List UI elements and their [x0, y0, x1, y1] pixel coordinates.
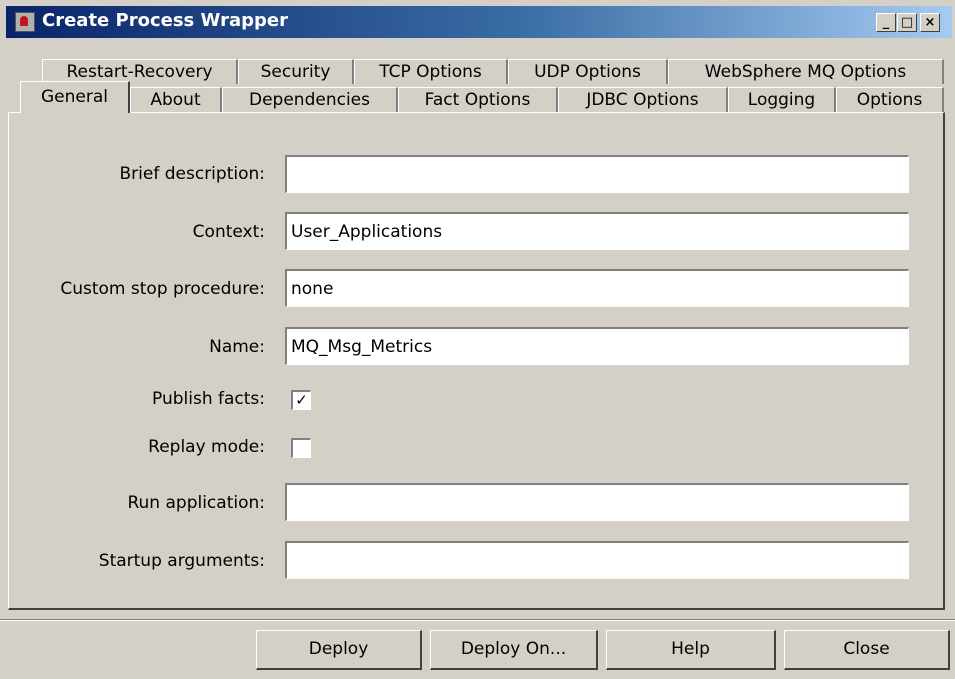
replay-mode-label: Replay mode: [148, 437, 265, 457]
button-separator [0, 619, 955, 621]
name-input[interactable] [285, 327, 909, 365]
tab-udp-options[interactable]: UDP Options [508, 59, 668, 84]
deploy-on-button[interactable]: Deploy On... [430, 630, 598, 670]
publish-facts-checkbox[interactable]: ✓ [291, 390, 311, 410]
tab-options[interactable]: Options [836, 87, 944, 112]
publish-facts-label: Publish facts: [152, 389, 265, 409]
context-input[interactable] [285, 212, 909, 250]
maximize-button[interactable]: □ [897, 13, 917, 32]
tab-websphere-mq-options[interactable]: WebSphere MQ Options [668, 59, 944, 84]
tab-jdbc-options[interactable]: JDBC Options [558, 87, 728, 112]
tab-fact-options[interactable]: Fact Options [398, 87, 558, 112]
tab-about[interactable]: About [130, 87, 222, 112]
close-button[interactable]: Close [784, 630, 950, 670]
tab-general[interactable]: General [20, 81, 130, 113]
name-label: Name: [209, 337, 265, 357]
context-label: Context: [192, 222, 265, 242]
tab-tcp-options[interactable]: TCP Options [354, 59, 508, 84]
replay-mode-checkbox[interactable] [291, 438, 311, 458]
deploy-button[interactable]: Deploy [256, 630, 422, 670]
close-window-button[interactable]: × [920, 13, 940, 32]
minimize-button[interactable]: _ [876, 13, 896, 32]
process-wrapper-icon[interactable] [15, 12, 35, 32]
tab-logging[interactable]: Logging [728, 87, 836, 112]
brief-description-input[interactable] [285, 155, 909, 193]
window-title: Create Process Wrapper [42, 10, 288, 31]
title-bar[interactable]: Create Process Wrapper _ □ × [6, 6, 952, 38]
brief-description-label: Brief description: [119, 164, 265, 184]
run-application-label: Run application: [127, 493, 265, 513]
tab-dependencies[interactable]: Dependencies [222, 87, 398, 112]
custom-stop-procedure-label: Custom stop procedure: [60, 279, 265, 299]
startup-arguments-input[interactable] [285, 541, 909, 579]
startup-arguments-label: Startup arguments: [98, 551, 265, 571]
tab-security[interactable]: Security [238, 59, 354, 84]
run-application-input[interactable] [285, 483, 909, 521]
help-button[interactable]: Help [606, 630, 776, 670]
custom-stop-procedure-input[interactable] [285, 269, 909, 307]
